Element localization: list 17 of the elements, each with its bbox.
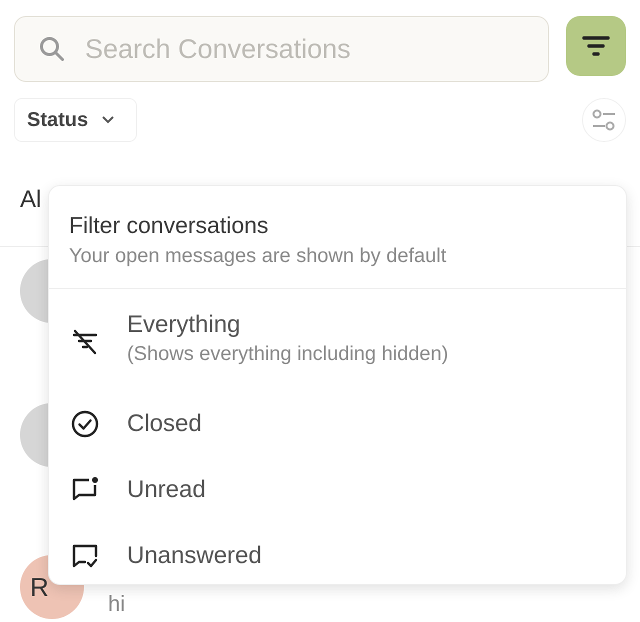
chevron-down-icon — [102, 116, 114, 124]
menu-subtitle: Your open messages are shown by default — [69, 245, 448, 268]
menu-title: Filter conversations — [69, 212, 270, 239]
filter-option[interactable]: Closed — [49, 391, 626, 457]
search-icon — [38, 35, 66, 63]
filter-option[interactable]: Everything (Shows everything including hidden) — [49, 309, 626, 391]
message-preview: hi — [108, 591, 126, 617]
status-dropdown[interactable]: Status — [14, 98, 138, 142]
check-circle-icon — [69, 408, 101, 440]
sliders-icon — [591, 108, 617, 132]
tab[interactable]: Al — [20, 186, 42, 246]
filter-button[interactable] — [566, 16, 626, 76]
option-label: Everything — [127, 311, 242, 339]
filter-icon — [582, 35, 610, 57]
option-description: (Shows everything including hidden) — [127, 343, 448, 366]
filter-option[interactable]: Unread — [49, 457, 626, 523]
search-field[interactable]: Search Conversations — [14, 16, 549, 82]
